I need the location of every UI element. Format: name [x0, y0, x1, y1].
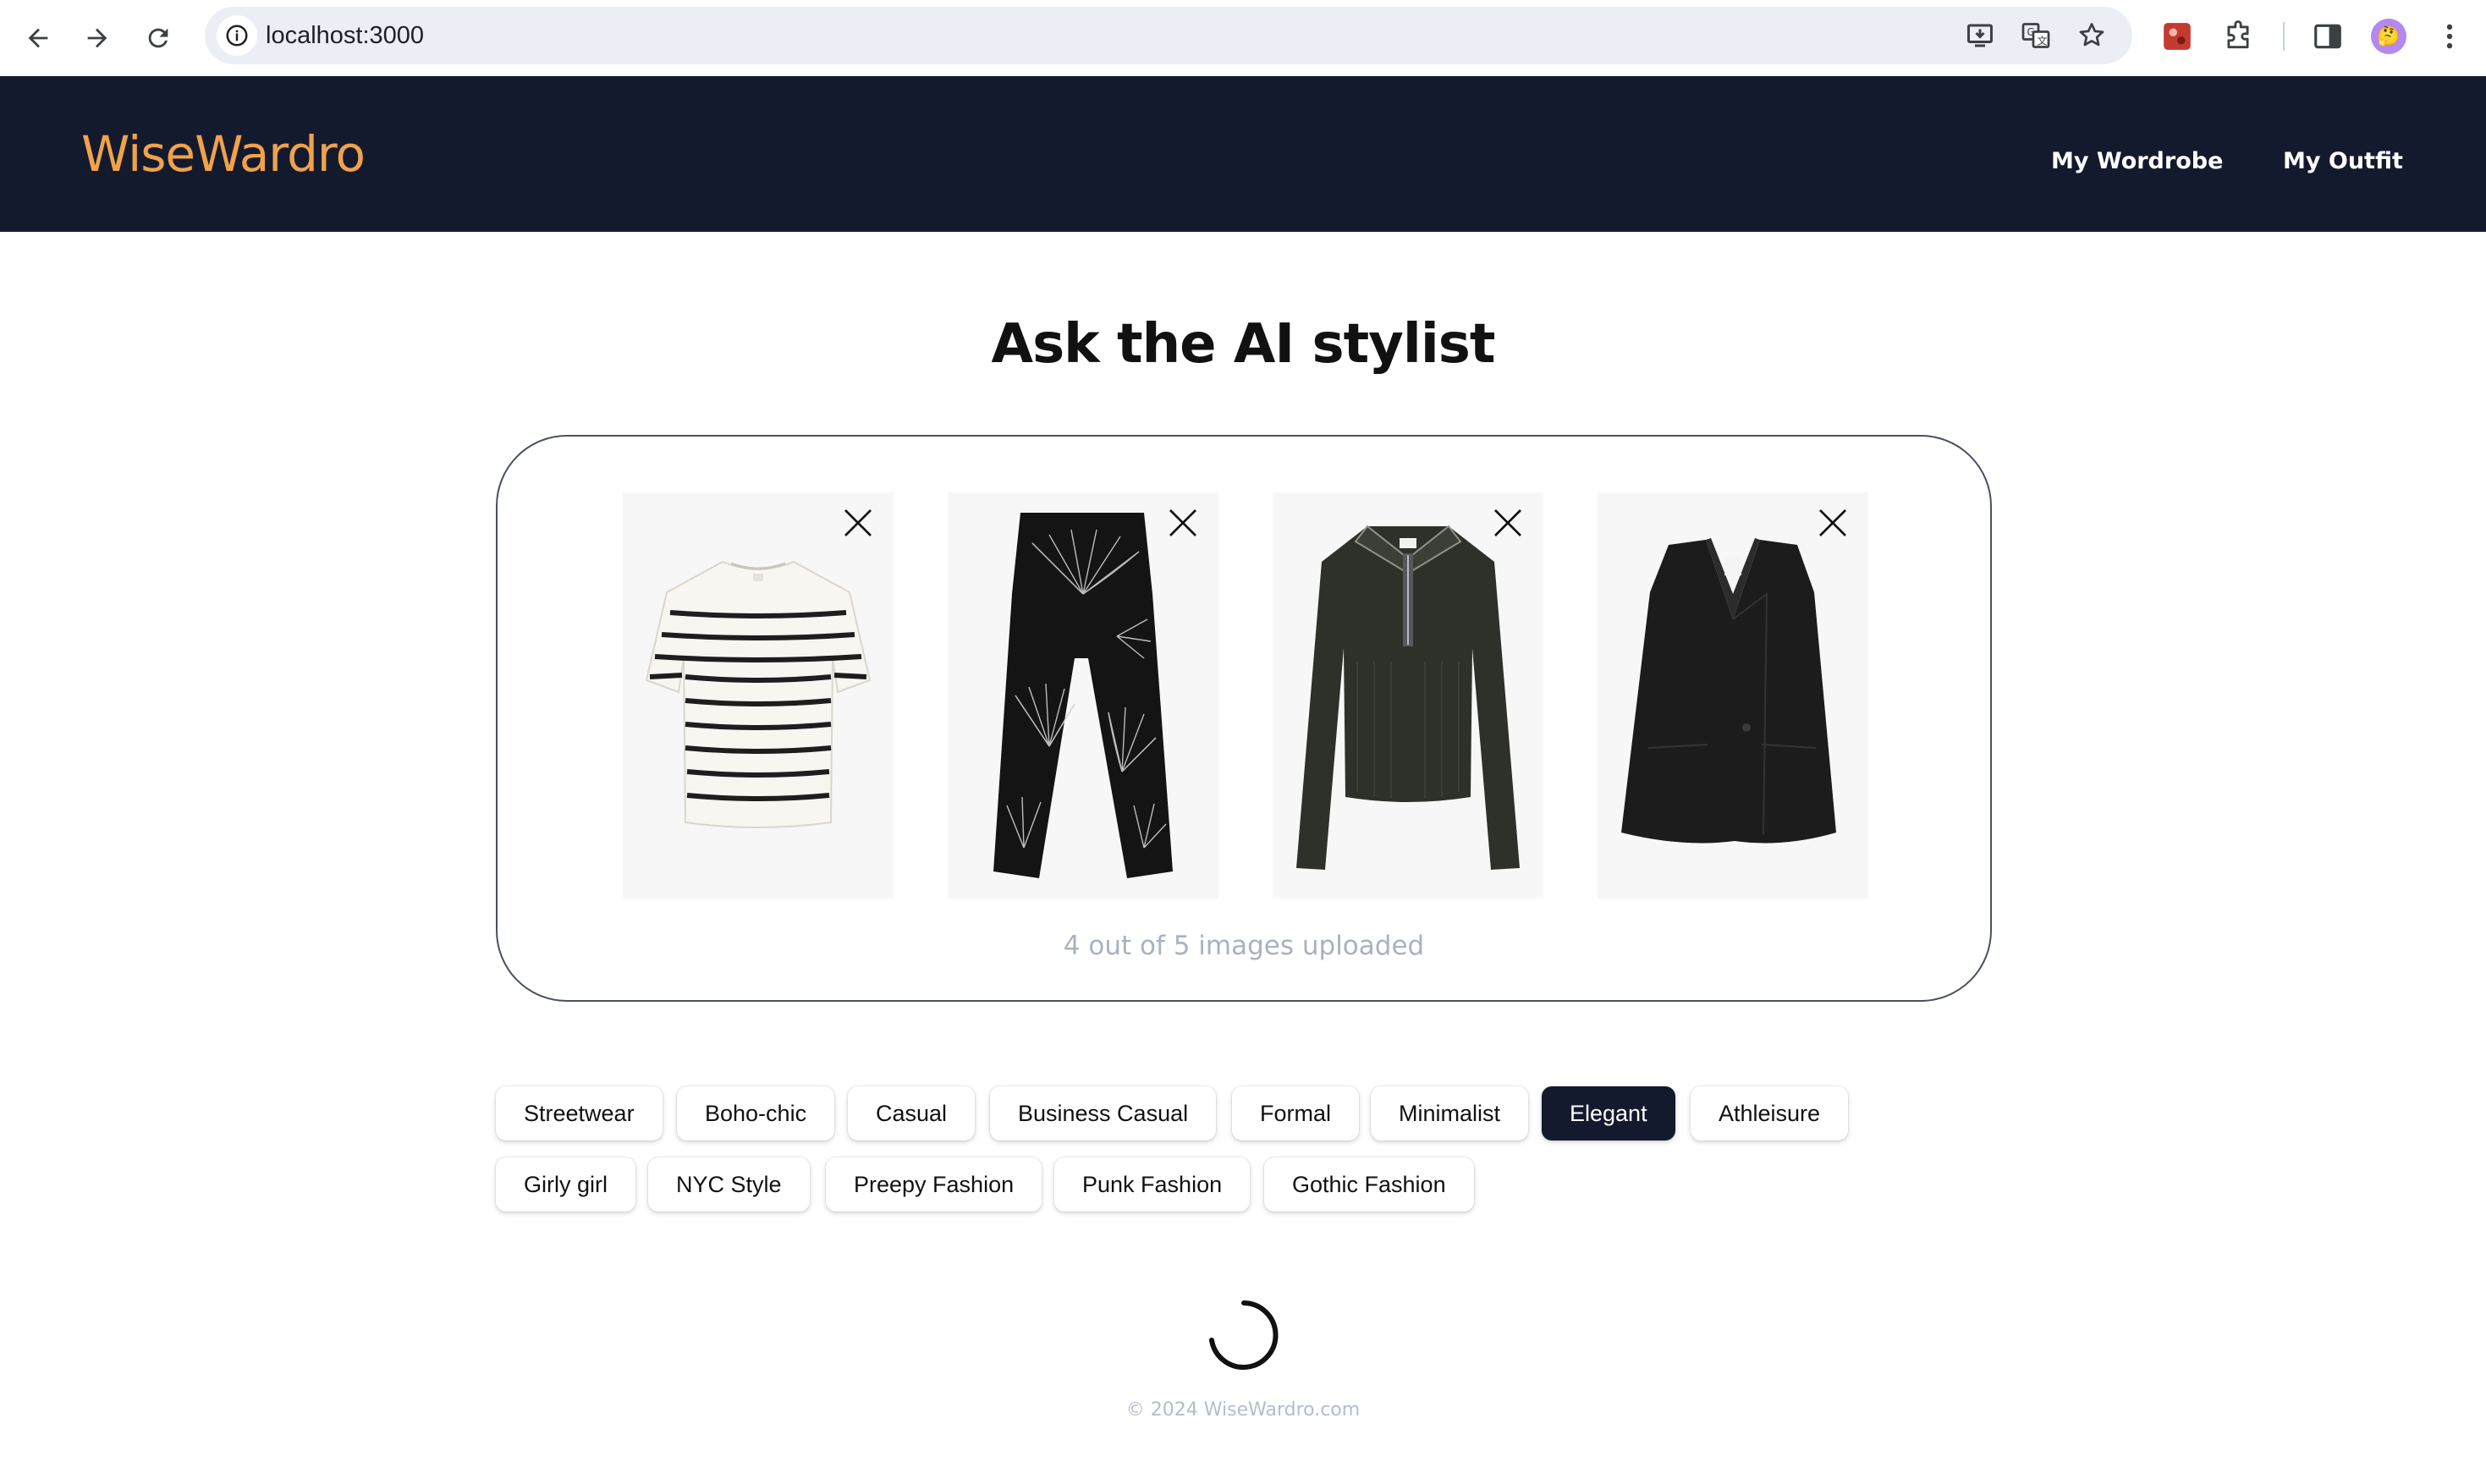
- reload-icon: [148, 28, 168, 48]
- site-info-button[interactable]: [217, 15, 257, 56]
- url-text[interactable]: localhost:3000: [266, 7, 424, 64]
- style-chip-casual[interactable]: Casual: [848, 1086, 976, 1140]
- info-icon: [226, 25, 248, 47]
- remove-item-button[interactable]: [838, 503, 878, 543]
- arrow-left-icon: [28, 28, 48, 48]
- style-chip-business-casual[interactable]: Business Casual: [990, 1086, 1217, 1140]
- extensions-button[interactable]: [2219, 17, 2258, 56]
- uploaded-item-patterned-trousers: [948, 492, 1218, 899]
- style-chip-nyc-style[interactable]: NYC Style: [648, 1157, 810, 1212]
- style-chip-minimalist[interactable]: Minimalist: [1371, 1086, 1529, 1140]
- reload-button[interactable]: [135, 15, 181, 61]
- translate-icon: G文: [2021, 23, 2050, 48]
- style-chip-athleisure[interactable]: Athleisure: [1691, 1086, 1849, 1140]
- star-icon: [2079, 23, 2104, 47]
- side-panel-icon: [2314, 24, 2341, 49]
- uploaded-item-striped-tshirt: [623, 492, 894, 899]
- brand-logo[interactable]: WiseWardro: [81, 76, 366, 232]
- toolbar-divider: [2283, 22, 2285, 51]
- uploaded-item-tailored-vest: [1598, 492, 1868, 899]
- translate-button[interactable]: G文: [2019, 19, 2053, 52]
- upload-status-text: 4 out of 5 images uploaded: [1063, 931, 1425, 961]
- style-chip-preepy-fashion[interactable]: Preepy Fashion: [826, 1157, 1042, 1212]
- close-icon: [1169, 509, 1196, 536]
- patterned-trousers-image: [993, 513, 1173, 878]
- uploaded-item-zip-sweater: [1273, 492, 1543, 899]
- remove-item-button[interactable]: [1488, 503, 1528, 543]
- back-button[interactable]: [15, 15, 61, 61]
- browser-toolbar: localhost:3000 G文 🤔: [0, 0, 2486, 76]
- zip-sweater-image: [1296, 525, 1520, 870]
- remove-item-button[interactable]: [1163, 503, 1203, 543]
- close-icon: [844, 509, 872, 536]
- footer-copyright: © 2024 WiseWardro.com: [1125, 1399, 1361, 1421]
- forward-button[interactable]: [74, 15, 120, 61]
- style-chip-formal[interactable]: Formal: [1232, 1086, 1360, 1140]
- close-icon: [1494, 509, 1521, 536]
- side-panel-button[interactable]: [2308, 17, 2347, 56]
- svg-text:文: 文: [2038, 35, 2048, 47]
- striped-tshirt-image: [645, 560, 872, 828]
- tailored-vest-image: [1621, 538, 1836, 844]
- nav-my-outfit[interactable]: My Outfit: [2283, 76, 2403, 247]
- style-chip-elegant-selected[interactable]: Elegant: [1542, 1086, 1675, 1140]
- browser-menu-button[interactable]: [2430, 17, 2469, 56]
- page-title: Ask the AI stylist: [991, 313, 1496, 376]
- profile-avatar[interactable]: 🤔: [2371, 19, 2406, 54]
- remove-item-button[interactable]: [1812, 503, 1853, 543]
- arrow-right-icon: [87, 28, 107, 48]
- style-chip-girly-girl[interactable]: Girly girl: [496, 1157, 635, 1212]
- extension-app-icon: [2164, 23, 2191, 50]
- install-app-button[interactable]: [1963, 19, 1997, 52]
- bookmark-button[interactable]: [2075, 19, 2109, 52]
- image-upload-area[interactable]: 4 out of 5 images uploaded: [496, 435, 1992, 1002]
- close-icon: [1819, 509, 1846, 536]
- style-chip-gothic-fashion[interactable]: Gothic Fashion: [1264, 1157, 1474, 1212]
- nav-my-wordrobe[interactable]: My Wordrobe: [2051, 76, 2223, 247]
- style-chip-streetwear[interactable]: Streetwear: [496, 1086, 663, 1140]
- address-bar[interactable]: localhost:3000 G文: [205, 7, 2132, 64]
- kebab-menu-icon: [2446, 24, 2453, 49]
- install-app-icon: [1967, 24, 1993, 47]
- style-chip-punk-fashion[interactable]: Punk Fashion: [1054, 1157, 1251, 1212]
- style-chip-boho-chic[interactable]: Boho-chic: [677, 1086, 835, 1140]
- spinner-icon: [1209, 1300, 1279, 1370]
- puzzle-icon: [2227, 20, 2249, 49]
- site-header: WiseWardro My Wordrobe My Outfit: [0, 76, 2486, 232]
- extension-app-button[interactable]: [2158, 17, 2197, 56]
